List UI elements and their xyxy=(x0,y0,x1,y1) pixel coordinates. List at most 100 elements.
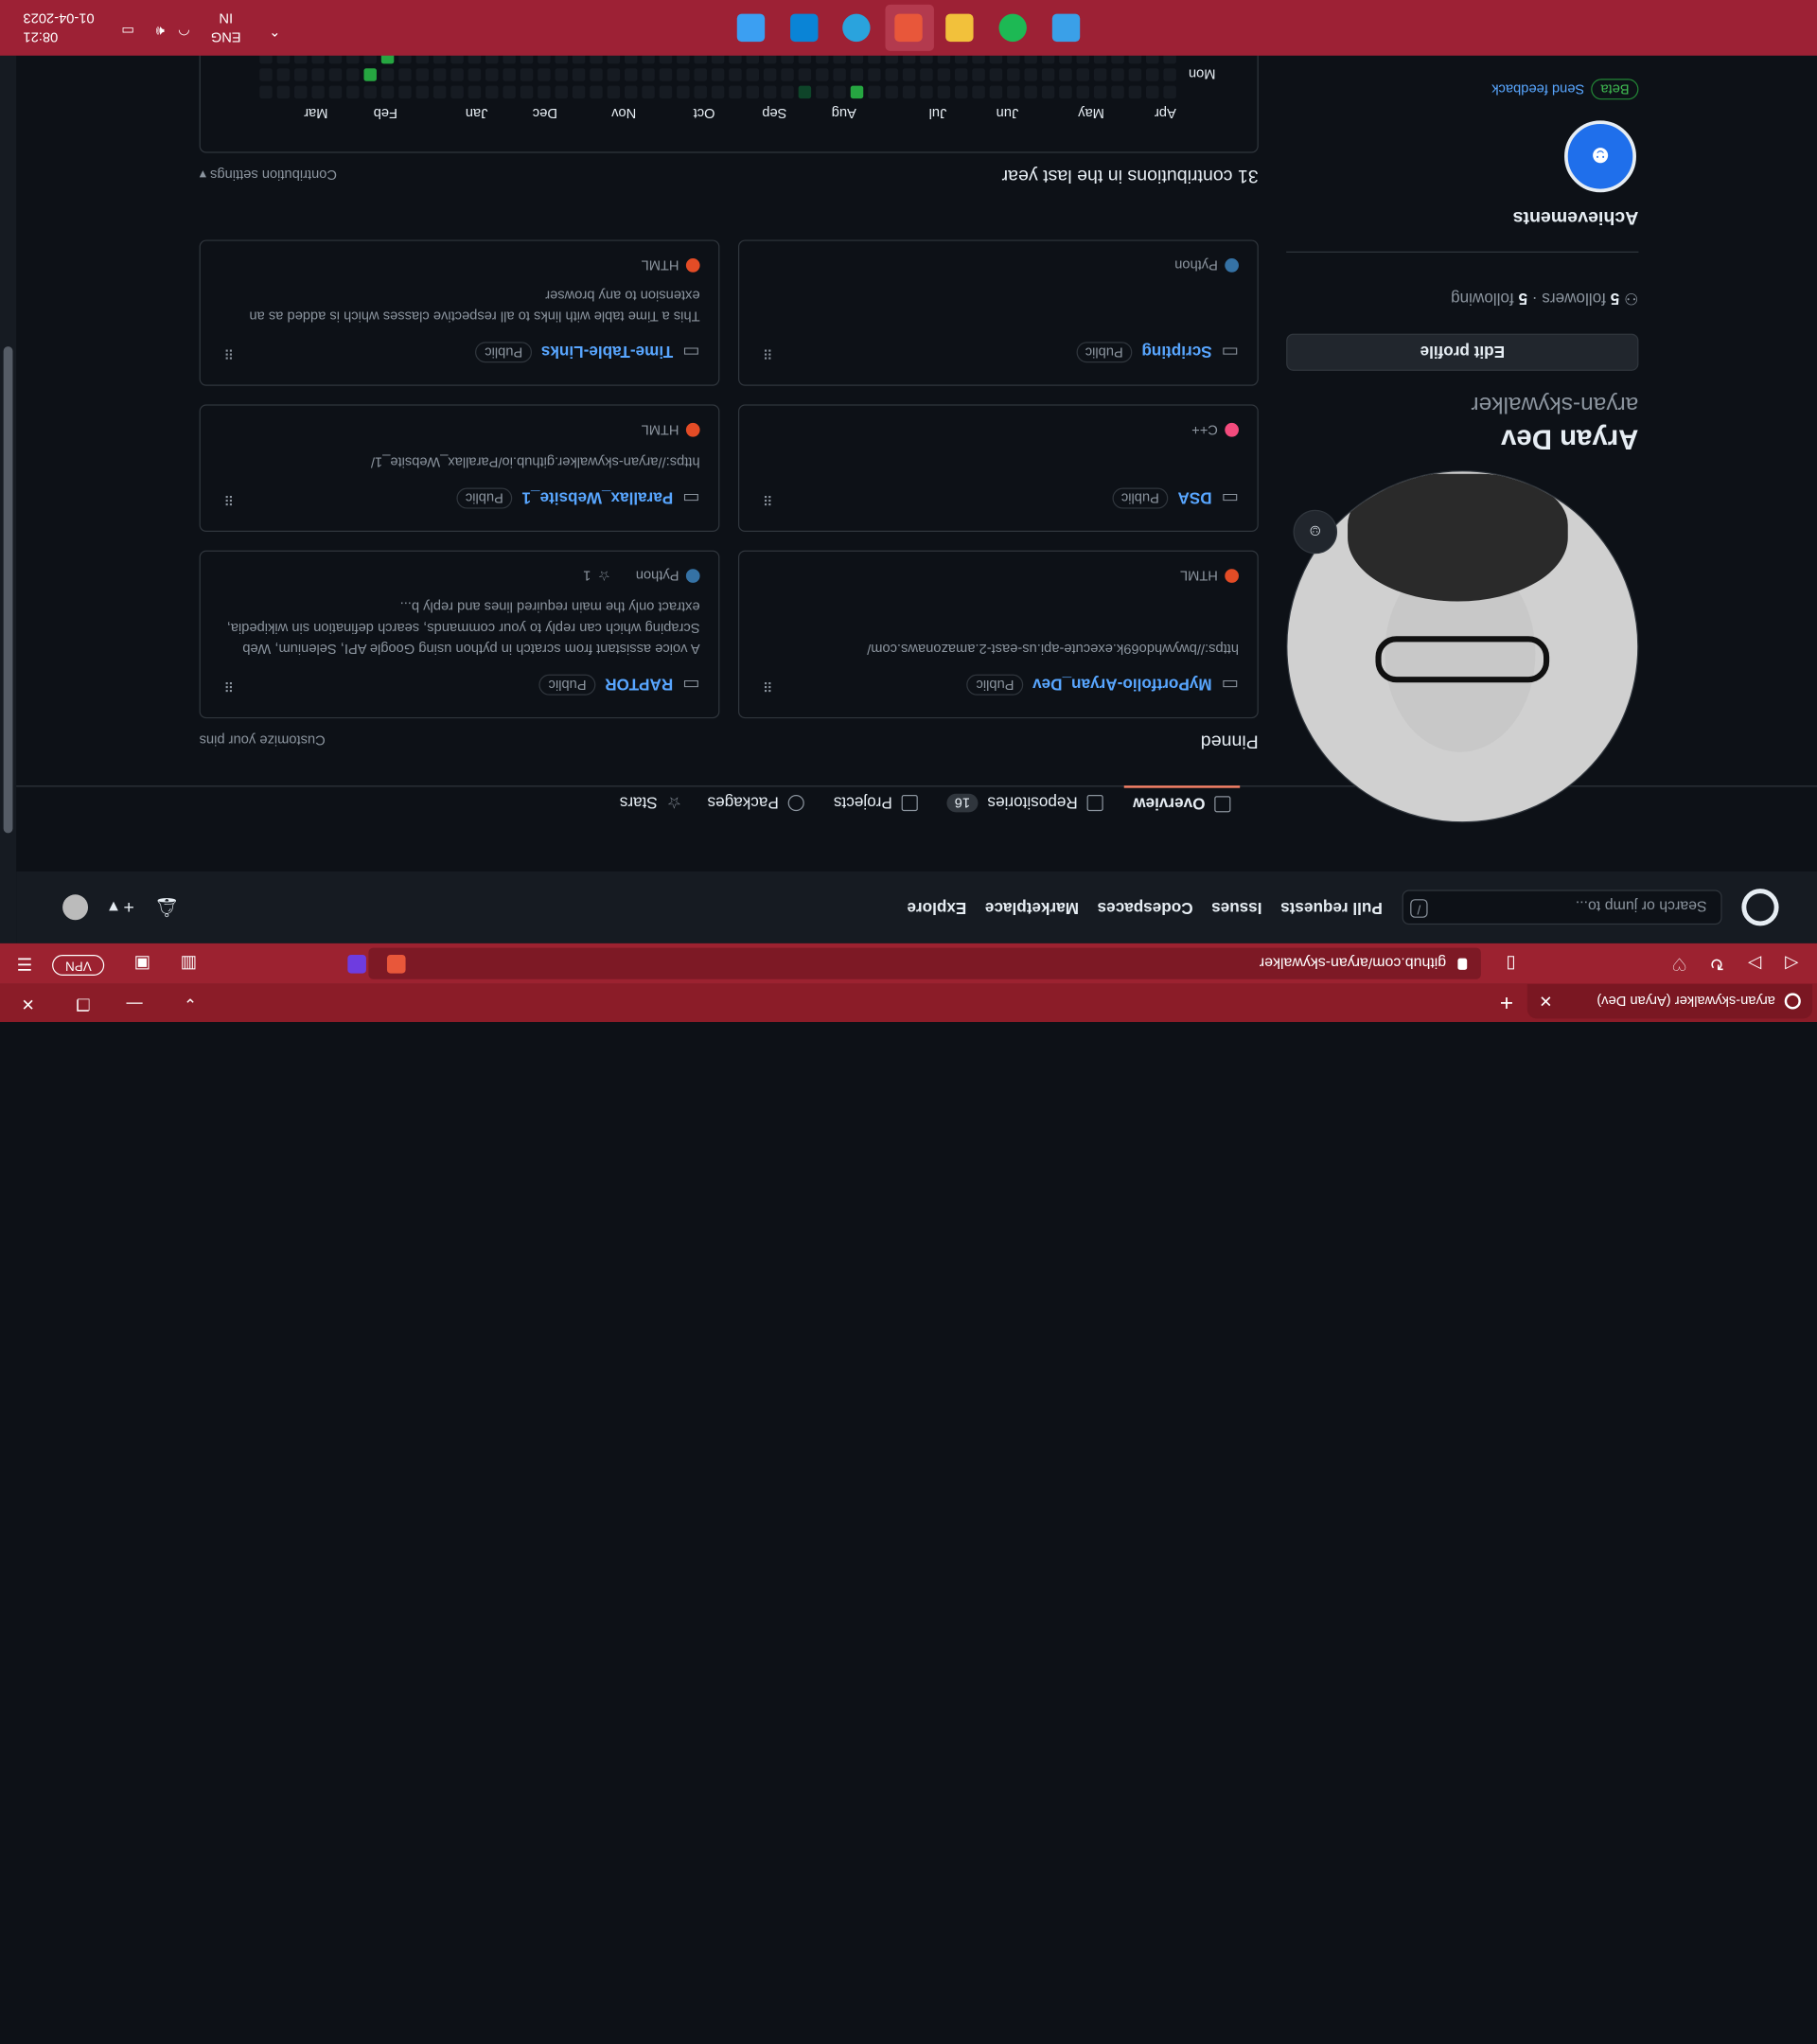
drag-handle-icon[interactable]: ⠿ xyxy=(223,491,234,507)
file-explorer-icon[interactable] xyxy=(945,13,974,43)
tab-repositories[interactable]: Repositories 16 xyxy=(946,785,1103,820)
shield-icon[interactable]: ♡ xyxy=(1671,954,1686,975)
contribution-cell[interactable] xyxy=(520,68,534,81)
contribution-cell[interactable] xyxy=(1041,68,1055,81)
contribution-cell[interactable] xyxy=(363,68,377,81)
create-new-plus-icon[interactable]: + ▾ xyxy=(109,896,134,919)
notifications-bell-icon[interactable]: 🔔︎ xyxy=(155,896,179,919)
contribution-cell[interactable] xyxy=(1111,68,1124,81)
repo-name-link[interactable]: RAPTOR xyxy=(605,676,673,695)
contribution-cell[interactable] xyxy=(572,68,586,81)
nav-issues[interactable]: Issues xyxy=(1211,899,1261,918)
drag-handle-icon[interactable]: ⠿ xyxy=(763,491,773,507)
contribution-cell[interactable] xyxy=(850,68,864,81)
contribution-cell[interactable] xyxy=(311,68,325,81)
contribution-cell[interactable] xyxy=(555,85,568,99)
contribution-cell[interactable] xyxy=(833,85,846,99)
contribution-cell[interactable] xyxy=(538,85,551,99)
contribution-cell[interactable] xyxy=(1128,68,1142,81)
show-hidden-icons-chevron-icon[interactable]: ⌃ xyxy=(269,23,280,39)
contribution-cell[interactable] xyxy=(729,68,742,81)
contribution-cell[interactable] xyxy=(1059,85,1072,99)
contribution-cell[interactable] xyxy=(415,68,430,81)
contribution-cell[interactable] xyxy=(1163,68,1176,81)
contribution-cell[interactable] xyxy=(642,85,655,99)
contribution-cell[interactable] xyxy=(380,85,395,99)
contribution-cell[interactable] xyxy=(294,85,308,99)
system-clock[interactable]: 08:21 01-04-2023 xyxy=(23,9,94,46)
star-count[interactable]: 1 xyxy=(583,568,591,584)
vscode-icon[interactable] xyxy=(790,13,819,43)
contribution-cell[interactable] xyxy=(798,85,812,99)
drag-handle-icon[interactable]: ⠿ xyxy=(223,345,234,361)
contribution-cell[interactable] xyxy=(1041,85,1055,99)
repo-name-link[interactable]: DSA xyxy=(1177,489,1211,508)
achievement-badge-icon[interactable]: ☻ xyxy=(1564,120,1636,193)
contribution-cell[interactable] xyxy=(485,85,499,99)
close-window-button[interactable]: ✕ xyxy=(21,995,34,1014)
contribution-cell[interactable] xyxy=(920,68,933,81)
contribution-cell[interactable] xyxy=(711,85,725,99)
contribution-cell[interactable] xyxy=(450,68,464,81)
contribution-cell[interactable] xyxy=(503,85,516,99)
contribution-cell[interactable] xyxy=(833,68,846,81)
contribution-cell[interactable] xyxy=(868,85,881,99)
sidebar-toggle-icon[interactable]: ▥ xyxy=(181,954,197,975)
minimize-button[interactable]: — xyxy=(126,996,142,1014)
contribution-cell[interactable] xyxy=(590,85,603,99)
contribution-cell[interactable] xyxy=(276,85,291,99)
contribution-cell[interactable] xyxy=(590,68,603,81)
contribution-cell[interactable] xyxy=(1059,68,1072,81)
contribution-cell[interactable] xyxy=(798,68,812,81)
contribution-cell[interactable] xyxy=(467,85,482,99)
menu-icon[interactable]: ☰ xyxy=(17,954,32,975)
contribution-cell[interactable] xyxy=(937,85,951,99)
contribution-cell[interactable] xyxy=(398,68,412,81)
contribution-cell[interactable] xyxy=(346,68,360,81)
followers-count[interactable]: 5 xyxy=(1611,290,1620,308)
language-indicator[interactable]: ENG IN xyxy=(211,9,241,46)
contribution-cell[interactable] xyxy=(1024,85,1037,99)
nav-marketplace[interactable]: Marketplace xyxy=(985,899,1079,918)
contribution-cell[interactable] xyxy=(1146,68,1159,81)
contribution-cell[interactable] xyxy=(989,85,1003,99)
contribution-cell[interactable] xyxy=(677,68,690,81)
contribution-cell[interactable] xyxy=(1076,85,1090,99)
contribution-cell[interactable] xyxy=(937,68,951,81)
github-logo-icon[interactable] xyxy=(1741,889,1779,926)
new-tab-button[interactable]: + xyxy=(1500,988,1513,1015)
contribution-cell[interactable] xyxy=(677,85,690,99)
following-count[interactable]: 5 xyxy=(1519,290,1528,308)
contribution-cell[interactable] xyxy=(816,68,829,81)
contribution-cell[interactable] xyxy=(972,85,985,99)
contribution-cell[interactable] xyxy=(868,68,881,81)
telegram-icon[interactable] xyxy=(842,13,871,43)
contribution-cell[interactable] xyxy=(711,68,725,81)
vpn-button[interactable]: VPN xyxy=(52,954,105,977)
contribution-cell[interactable] xyxy=(432,68,447,81)
contribution-cell[interactable] xyxy=(1007,85,1020,99)
brave-browser-icon[interactable] xyxy=(894,13,923,43)
contribution-cell[interactable] xyxy=(380,68,395,81)
contribution-cell[interactable] xyxy=(503,68,516,81)
contribution-cell[interactable] xyxy=(415,85,430,99)
scrollbar-thumb[interactable] xyxy=(3,346,13,834)
contribution-cell[interactable] xyxy=(259,68,273,81)
windows-start-icon[interactable] xyxy=(736,13,766,43)
contribution-cell[interactable] xyxy=(624,85,638,99)
contribution-cell[interactable] xyxy=(294,68,308,81)
contribution-cell[interactable] xyxy=(624,68,638,81)
contribution-cell[interactable] xyxy=(346,85,360,99)
maximize-button[interactable]: ❐ xyxy=(76,995,90,1014)
search-input[interactable]: Search or jump to... / xyxy=(1402,890,1722,925)
contribution-cell[interactable] xyxy=(311,85,325,99)
contribution-cell[interactable] xyxy=(659,85,673,99)
contribution-cell[interactable] xyxy=(555,68,568,81)
contribution-cell[interactable] xyxy=(885,85,898,99)
contribution-cell[interactable] xyxy=(485,68,499,81)
page-scrollbar[interactable] xyxy=(0,55,17,943)
repo-name-link[interactable]: MyPortfolio-Aryan_Dev xyxy=(1032,676,1212,695)
contribution-cell[interactable] xyxy=(1024,68,1037,81)
contribution-cell[interactable] xyxy=(432,85,447,99)
contribution-settings-dropdown[interactable]: Contribution settings ▾ xyxy=(200,167,337,183)
